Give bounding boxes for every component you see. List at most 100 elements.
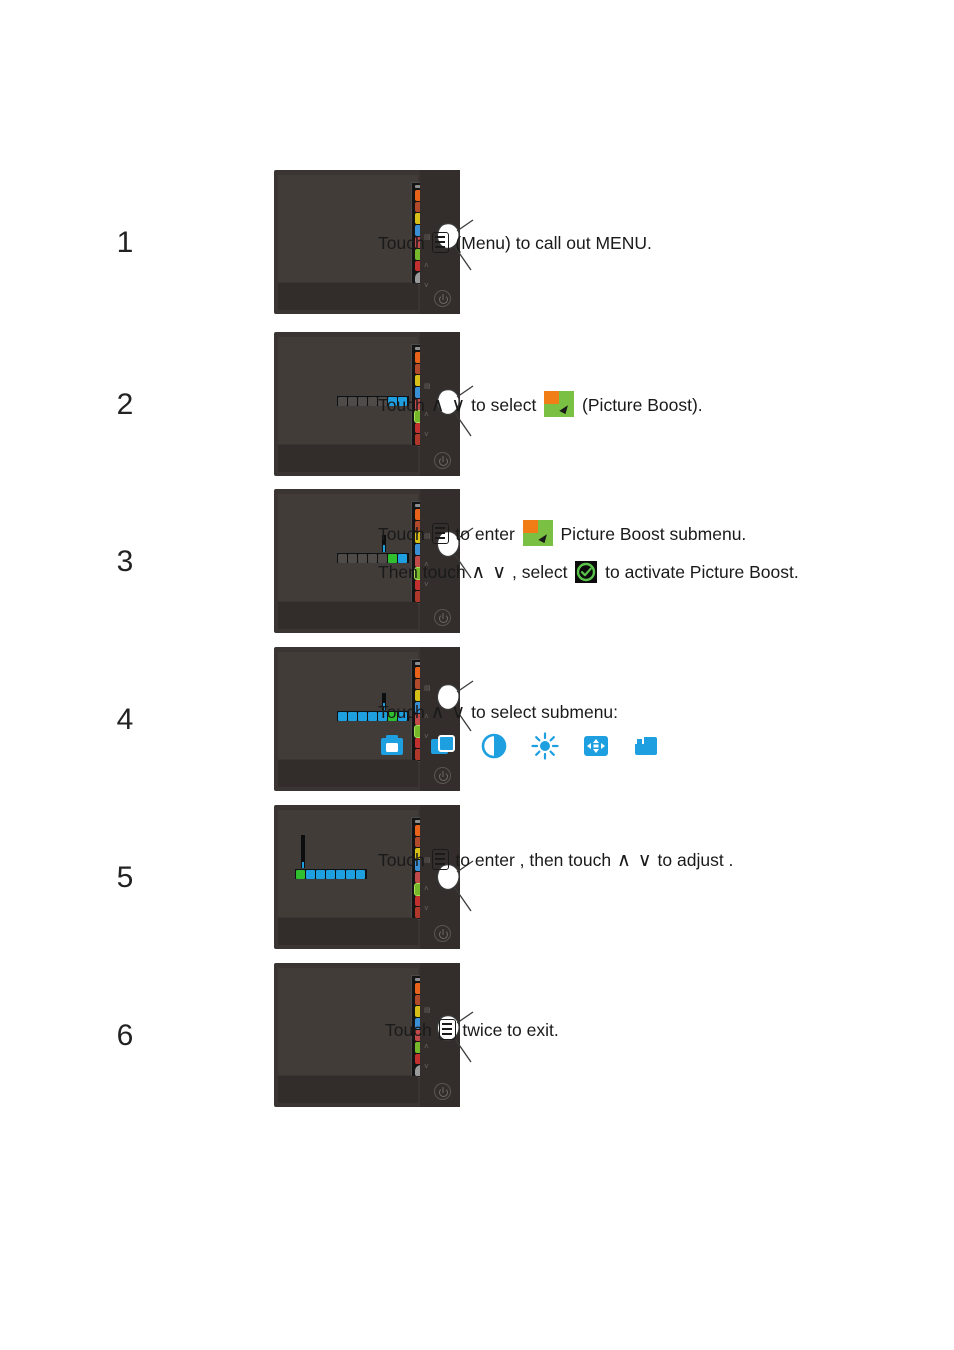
power-button[interactable] <box>434 1083 451 1100</box>
picture-boost-orange-block <box>544 391 560 404</box>
monitor-illustration-5: ▤ ˄ ˅ <box>274 805 474 949</box>
chevron-up-icon: ∧ <box>616 850 631 871</box>
text-fragment: Touch <box>378 850 430 870</box>
step-2-instruction: Touch ∧ ∨ to select (Picture Boost). <box>378 390 703 421</box>
osd-submenu-cell <box>346 869 355 879</box>
step-number: 4 <box>116 703 134 736</box>
monitor-chin <box>278 445 418 472</box>
instruction-line: Touch ∧ ∨ to select (Picture Boost). <box>378 390 703 421</box>
instruction-page: 1 ▤ ˄ ˅ Touch (Menu) to call out MENU. 2… <box>0 0 954 1350</box>
instruction-line-1: Touch to enter Picture Boost submenu. <box>378 519 799 549</box>
check-circle-icon <box>575 561 598 583</box>
text-fragment: Touch <box>385 1020 437 1040</box>
step-number: 2 <box>116 388 134 421</box>
osd-submenu-cell <box>338 396 347 406</box>
osd-submenu-cell <box>368 553 377 563</box>
osd-submenu-cell <box>348 553 357 563</box>
chevron-down-icon: ∨ <box>492 562 507 583</box>
osd-submenu-cell <box>356 869 365 879</box>
step-4-instruction: Touch ∧ ∨ to select submenu: <box>378 697 678 769</box>
osd-submenu-cell <box>358 396 367 406</box>
text-fragment: Touch <box>378 395 430 415</box>
menu-touch-mark[interactable]: ▤ <box>424 1007 431 1014</box>
bright-frame-icon <box>378 732 406 769</box>
text-fragment: to enter , then touch <box>450 850 616 870</box>
monitor-chin <box>278 1076 418 1103</box>
text-fragment: twice to exit. <box>457 1020 559 1040</box>
instruction-line-2: Then touch ∧ ∨ , select to activate Pict… <box>378 557 799 588</box>
osd-submenu-cell <box>358 711 367 721</box>
step-1-instruction: Touch (Menu) to call out MENU. <box>378 228 652 258</box>
frame-size-icon <box>429 732 457 769</box>
menu-touch-mark[interactable]: ▤ <box>424 383 431 390</box>
text-fragment: , select <box>507 562 573 582</box>
menu-icon <box>431 523 449 544</box>
step-1: 1 ▤ ˄ ˅ Touch (Menu) to call out MENU. <box>110 170 930 320</box>
instruction-line: Touch twice to exit. <box>385 1015 559 1045</box>
power-button[interactable] <box>434 290 451 307</box>
power-button[interactable] <box>434 452 451 469</box>
step-5-instruction: Touch to enter , then touch ∧ ∨ to adjus… <box>378 845 733 876</box>
chevron-down-icon: ∨ <box>451 702 466 723</box>
osd-submenu-cell <box>348 711 357 721</box>
osd-submenu-cell <box>358 553 367 563</box>
text-fragment: Touch <box>378 524 430 544</box>
monitor-chin <box>278 602 418 629</box>
text-fragment: Touch <box>378 702 430 722</box>
step-3-instruction: Touch to enter Picture Boost submenu. Th… <box>378 519 799 588</box>
step-number: 6 <box>116 1019 134 1052</box>
picture-boost-orange-block <box>522 520 538 533</box>
instruction-line: Touch ∧ ∨ to select submenu: <box>378 697 678 728</box>
menu-touch-mark[interactable]: ▤ <box>424 685 431 692</box>
osd-value-riser <box>300 834 306 872</box>
frame-position-icon <box>582 732 610 769</box>
up-touch-mark[interactable]: ˄ <box>424 885 429 893</box>
down-touch-mark[interactable]: ˅ <box>424 905 429 913</box>
text-fragment: (Picture Boost). <box>577 395 703 415</box>
osd-submenu-cell <box>348 396 357 406</box>
power-button[interactable] <box>434 925 451 942</box>
chevron-up-icon: ∧ <box>430 702 445 723</box>
chevron-down-icon: ∨ <box>451 395 466 416</box>
step-number: 5 <box>116 861 134 894</box>
menu-icon <box>431 849 449 870</box>
down-touch-mark[interactable]: ˅ <box>424 431 429 439</box>
menu-icon <box>431 232 449 253</box>
step-4: 4 ▤ ˄ ˅ Touch ∧ ∨ to select submenu: <box>110 647 930 797</box>
monitor-chin <box>278 283 418 310</box>
chevron-down-icon: ∨ <box>637 850 652 871</box>
contrast-icon <box>480 732 508 769</box>
text-fragment: to select submenu: <box>466 702 619 722</box>
text-fragment: Picture Boost submenu. <box>555 524 747 544</box>
up-touch-mark[interactable]: ˄ <box>424 262 429 270</box>
step-number: 3 <box>116 545 134 578</box>
chevron-up-icon: ∧ <box>430 395 445 416</box>
step-3: 3 ▤ ˄ ˅ Touch to enter Picture Boost sub… <box>110 489 930 639</box>
chevron-up-icon: ∧ <box>471 562 486 583</box>
osd-submenu-cell-selected <box>296 869 305 879</box>
osd-submenu-cell <box>338 553 347 563</box>
instruction-line: Touch (Menu) to call out MENU. <box>378 228 652 258</box>
frame-shape-icon <box>632 732 660 769</box>
step-2: 2 ▤ ˄ ˅ Touch ∧ ∨ to select (Picture Boo… <box>110 332 930 482</box>
submenu-icon-row <box>378 732 678 769</box>
step-6-instruction: Touch twice to exit. <box>385 1015 559 1045</box>
picture-boost-cursor <box>537 531 549 544</box>
instruction-line: Touch to enter , then touch ∧ ∨ to adjus… <box>378 845 733 876</box>
down-touch-mark[interactable]: ˅ <box>424 1063 429 1071</box>
power-button[interactable] <box>434 609 451 626</box>
monitor-chin <box>278 918 418 945</box>
osd-submenu-cell <box>306 869 315 879</box>
text-fragment: to adjust . <box>652 850 734 870</box>
text-fragment: (Menu) to call out MENU. <box>450 233 652 253</box>
step-number: 1 <box>116 226 134 259</box>
down-touch-mark[interactable]: ˅ <box>424 282 429 290</box>
step-6: 6 ▤ ˄ ˅ Touch twice to exit. <box>110 963 930 1113</box>
osd-submenu-cell <box>336 869 345 879</box>
text-fragment: to activate Picture Boost. <box>600 562 799 582</box>
power-button[interactable] <box>434 767 451 784</box>
text-fragment: Then touch <box>378 562 471 582</box>
osd-submenu-cell <box>368 396 377 406</box>
menu-icon <box>438 1019 456 1040</box>
brightness-icon <box>531 732 559 769</box>
